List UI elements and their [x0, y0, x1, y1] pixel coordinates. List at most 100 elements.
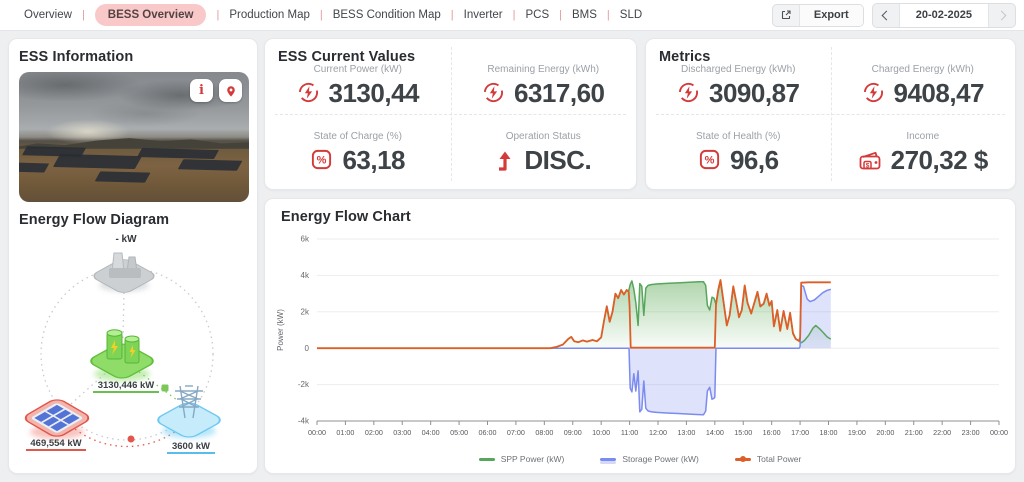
power-cycle-icon — [678, 82, 699, 103]
solar-value-underline — [26, 449, 86, 451]
legend-marker — [734, 456, 751, 462]
tower-flow-value: 3600 kW — [172, 441, 210, 452]
date-navigator: 20-02-2025 — [871, 2, 1016, 28]
state-of-charge-value: 63,18 — [342, 144, 406, 175]
discharged-energy-value: 3090,87 — [709, 77, 800, 108]
x-tick-label: 06:00 — [479, 428, 497, 437]
legend-marker-dot — [740, 456, 747, 462]
x-tick-label: 09:00 — [564, 428, 582, 437]
ess-information-title: ESS Information — [19, 49, 134, 65]
solar-array-shape — [136, 147, 219, 159]
arrow-up-icon — [499, 151, 511, 171]
metrics-grid: Discharged Energy (kWh) 3090,87 Charged … — [646, 39, 1015, 189]
x-tick-label: 08:00 — [535, 428, 553, 437]
y-tick-label: -2k — [298, 380, 310, 389]
nav-item-bms[interactable]: BMS — [572, 9, 597, 21]
x-tick-label: 22:00 — [933, 428, 951, 437]
operation-status-value: DISC. — [524, 144, 592, 175]
solar-array-shape — [19, 162, 49, 173]
charged-energy-label: Charged Energy (kWh) — [871, 63, 974, 75]
location-button[interactable] — [219, 79, 242, 102]
x-tick-label: 16:00 — [763, 428, 781, 437]
solar-array-shape — [94, 171, 151, 184]
ess-information-card: ESS Information i Energy Flow Diagram - … — [8, 38, 258, 474]
info-button[interactable]: i — [190, 79, 213, 102]
top-actions: Export 20-02-2025 — [771, 2, 1016, 28]
legend-item[interactable]: Total Power — [734, 454, 801, 464]
x-tick-label: 20:00 — [876, 428, 894, 437]
x-tick-label: 00:00 — [308, 428, 326, 437]
remaining-energy-value: 6317,60 — [514, 77, 605, 108]
nav-separator: | — [319, 9, 323, 21]
green-flow-dot — [161, 384, 169, 392]
main-nav: Overview | BESS Overview | Production Ma… — [24, 4, 642, 26]
solar-panel-icon — [24, 399, 90, 439]
state-of-health-cell: State of Health (%) % 96,6 — [646, 114, 831, 189]
charged-energy-value: 9408,47 — [893, 77, 985, 108]
external-link-icon — [773, 9, 799, 21]
nav-item-bess-condition-map[interactable]: BESS Condition Map — [333, 9, 441, 21]
svg-text:$: $ — [865, 162, 869, 169]
energy-flow-chart[interactable]: 6k 4k 2k 0 -2k -4k 00:00 01:00 02:00 03:00 04:00 05… — [273, 231, 1009, 453]
x-tick-label: 14:00 — [706, 428, 724, 437]
nav-item-overview[interactable]: Overview — [24, 9, 72, 21]
operation-status-label: Operation Status — [505, 130, 581, 142]
battery-flow-value: 3130,446 kW — [98, 380, 155, 391]
nav-item-pcs[interactable]: PCS — [525, 9, 549, 21]
nav-item-sld[interactable]: SLD — [620, 9, 642, 21]
remaining-energy-label: Remaining Energy (kWh) — [487, 63, 600, 75]
y-axis-title: Power (kW) — [276, 309, 285, 351]
x-tick-label: 21:00 — [905, 428, 923, 437]
y-tick-label: 2k — [301, 307, 310, 316]
next-day-button[interactable] — [989, 4, 1015, 27]
nav-separator: | — [216, 9, 220, 21]
wallet-icon: $ — [859, 151, 881, 169]
state-of-charge-label: State of Charge (%) — [313, 130, 402, 142]
x-tick-label: 13:00 — [677, 428, 695, 437]
top-nav-bar: Overview | BESS Overview | Production Ma… — [0, 0, 1024, 31]
power-cycle-icon — [483, 82, 504, 103]
red-flow-dot — [127, 435, 135, 443]
nav-item-production-map[interactable]: Production Map — [229, 9, 310, 21]
x-tick-label: 03:00 — [393, 428, 411, 437]
tower-value-underline — [167, 452, 215, 454]
x-tick-label: 19:00 — [848, 428, 866, 437]
x-tick-label: 00:00 — [990, 428, 1008, 437]
flow-line-battery-grid — [122, 291, 125, 339]
legend-item[interactable]: Storage Power (kW) — [600, 454, 699, 464]
nav-separator: | — [512, 9, 516, 21]
site-aerial-photo: i — [19, 72, 249, 202]
battery-icon — [90, 329, 154, 382]
legend-label: Storage Power (kW) — [622, 454, 699, 464]
energy-flow-diagram-title: Energy Flow Diagram — [19, 212, 170, 228]
x-tick-label: 07:00 — [507, 428, 525, 437]
metrics-card: Metrics Discharged Energy (kWh) 3090,87 … — [645, 38, 1016, 190]
x-tick-label: 12:00 — [649, 428, 667, 437]
grid-flow-value: - kW — [115, 234, 137, 245]
energy-flow-chart-card: Energy Flow Chart 6k 4k 2k 0 -2k -4k 00:00 01:0… — [264, 198, 1016, 474]
solar-array-shape — [177, 159, 243, 172]
energy-flow-chart-title: Energy Flow Chart — [281, 209, 411, 225]
y-tick-label: 4k — [301, 271, 310, 280]
income-label: Income — [906, 130, 940, 142]
x-tick-label: 18:00 — [820, 428, 838, 437]
current-power-label: Current Power (kW) — [313, 63, 402, 75]
nav-item-inverter[interactable]: Inverter — [464, 9, 503, 21]
current-power-cell: Current Power (kW) 3130,44 — [265, 39, 451, 114]
prev-day-button[interactable] — [873, 4, 899, 27]
charged-energy-cell: Charged Energy (kWh) 9408,47 — [831, 39, 1016, 114]
x-tick-label: 05:00 — [450, 428, 468, 437]
nav-item-bess-overview[interactable]: BESS Overview — [94, 4, 207, 26]
y-tick-label: 0 — [305, 344, 310, 353]
export-button[interactable]: Export — [771, 3, 864, 27]
legend-item[interactable]: SPP Power (kW) — [478, 454, 564, 464]
x-tick-label: 04:00 — [422, 428, 440, 437]
date-display[interactable]: 20-02-2025 — [898, 3, 989, 27]
state-of-health-label: State of Health (%) — [696, 130, 781, 142]
power-cycle-icon — [863, 82, 883, 103]
svg-text:%: % — [317, 155, 327, 167]
ess-current-values-card: ESS Current Values Current Power (kW) 31… — [264, 38, 637, 190]
income-value: 270,32 $ — [890, 144, 989, 175]
discharged-energy-label: Discharged Energy (kWh) — [681, 63, 796, 75]
svg-text:%: % — [705, 155, 715, 167]
